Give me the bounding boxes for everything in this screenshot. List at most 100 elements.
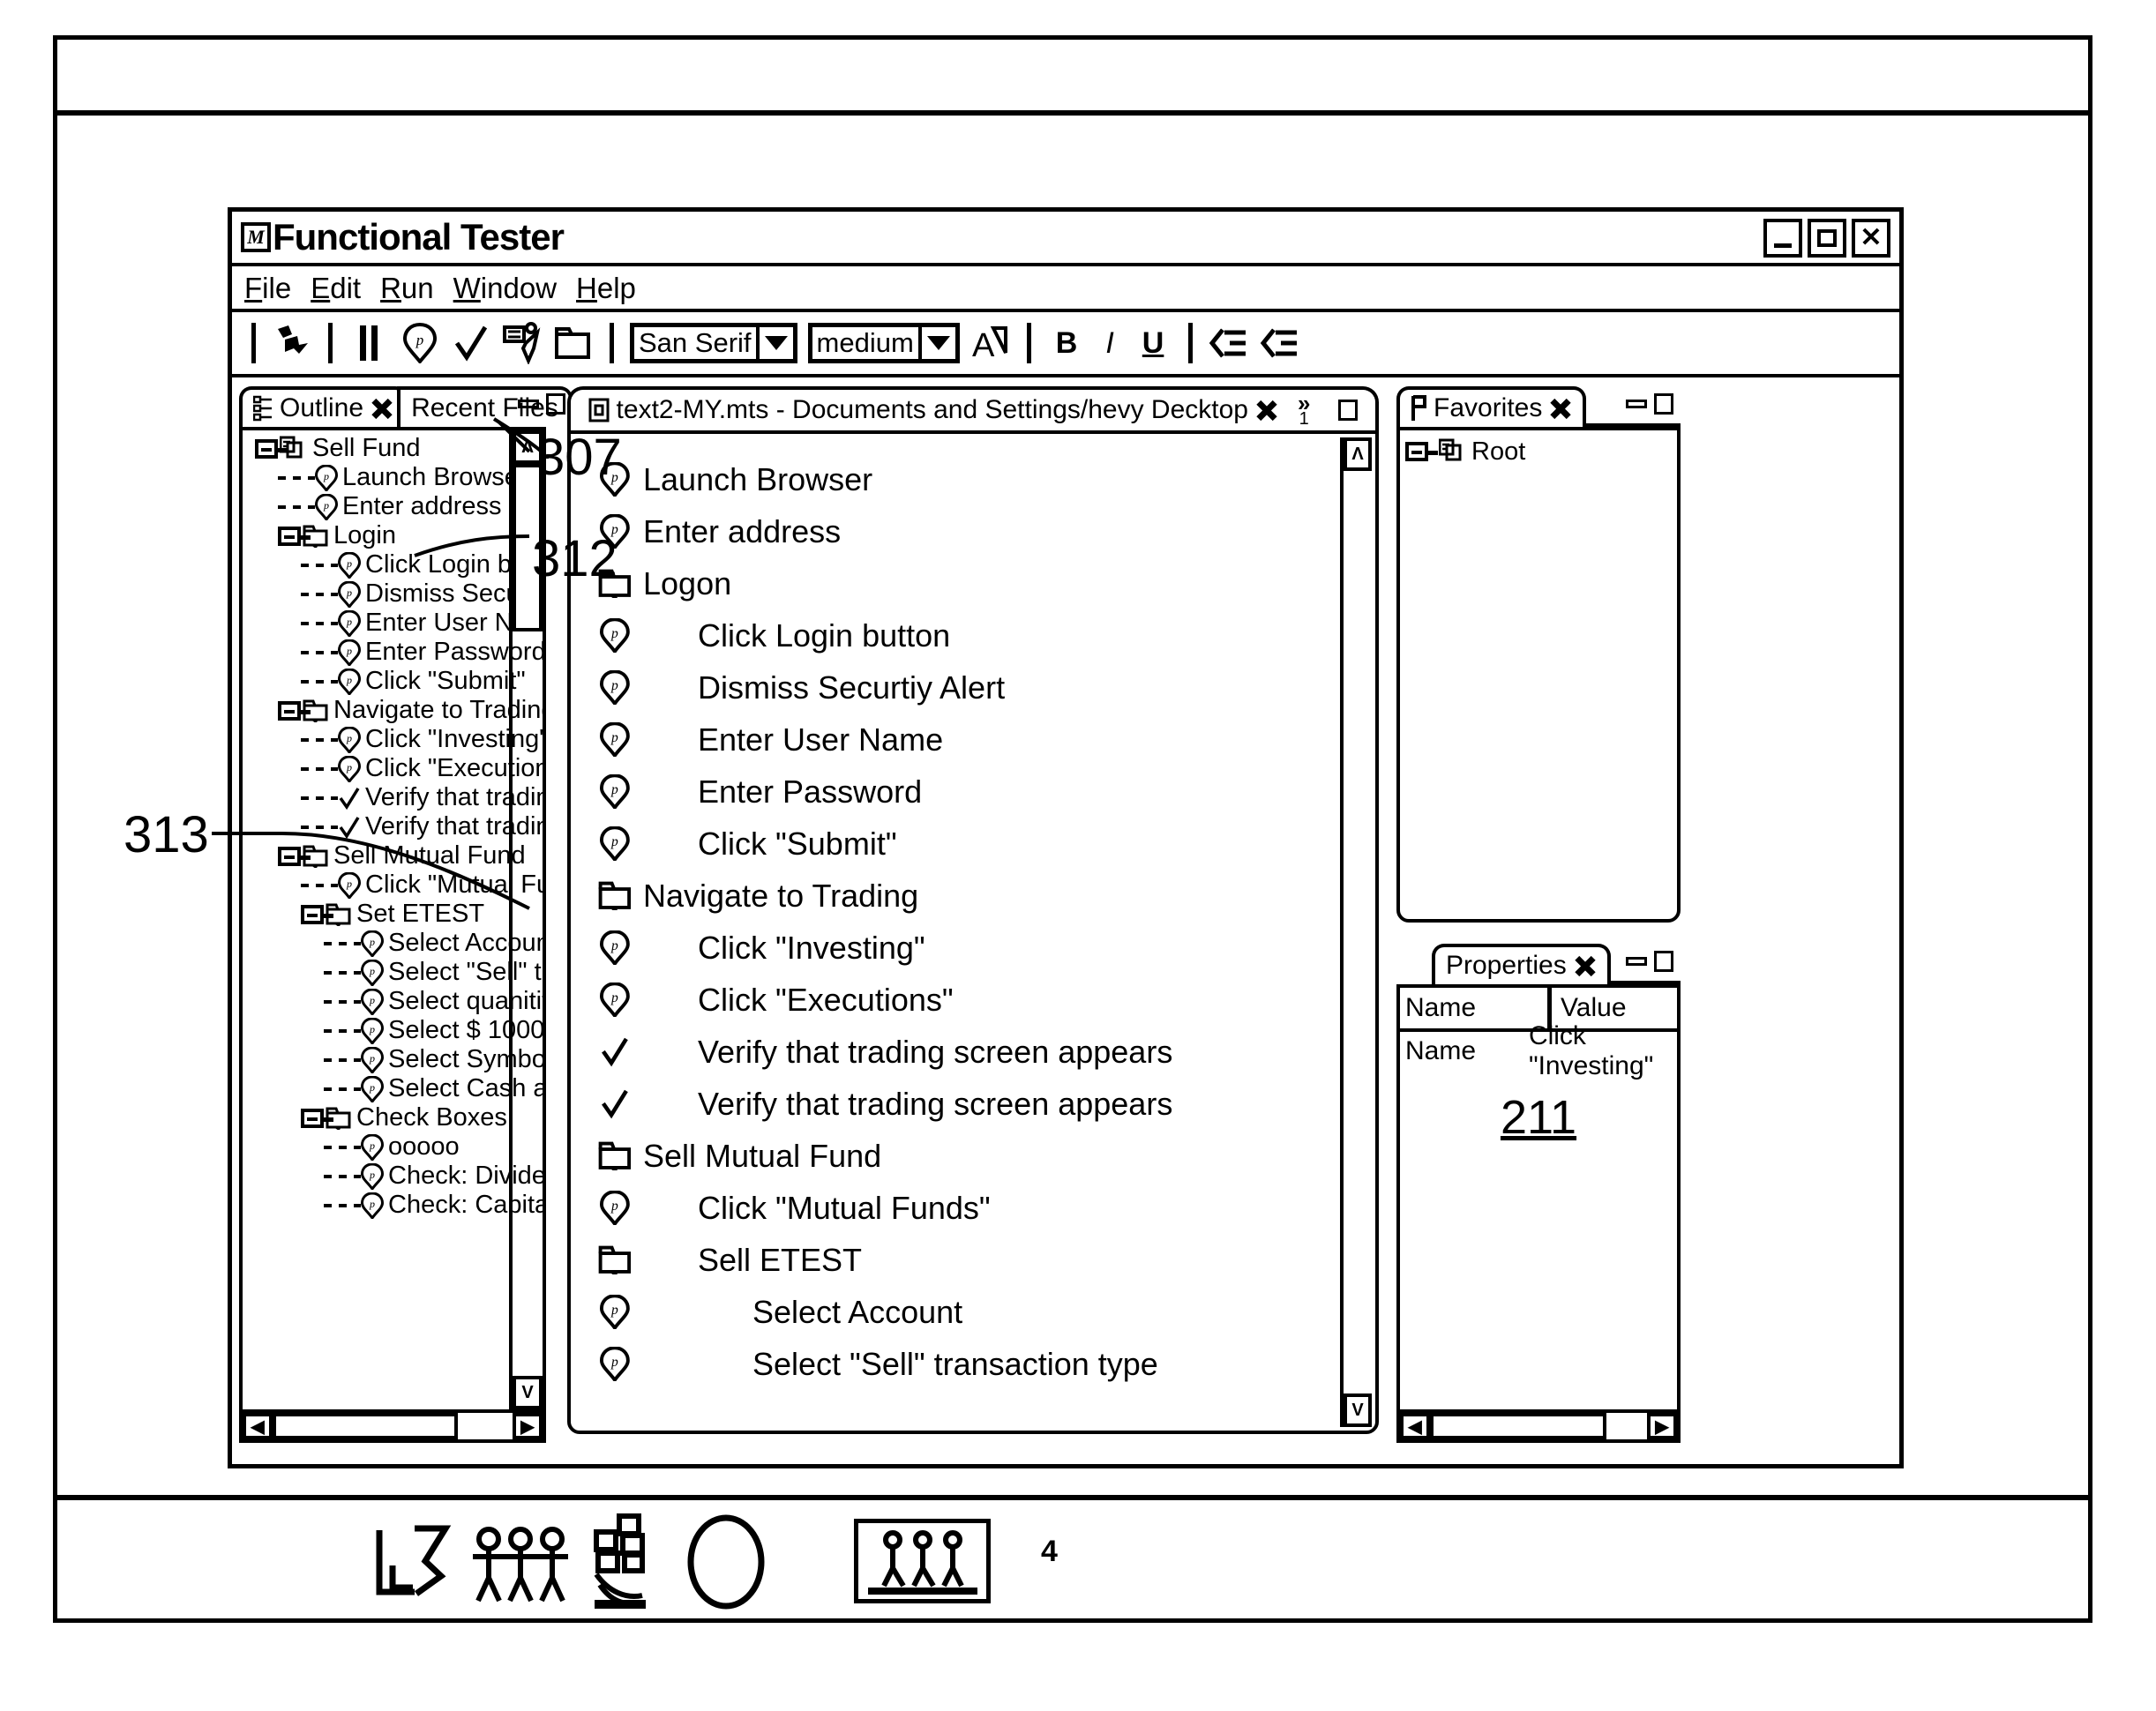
menu-item-window[interactable]: Window — [453, 273, 557, 303]
tree-item[interactable]: pCheck: Capital Ga — [243, 1191, 543, 1220]
tree-item[interactable]: pSelect quanitity t — [243, 987, 543, 1016]
close-icon[interactable] — [1549, 397, 1572, 420]
tree-item[interactable]: p ooooo — [243, 1132, 543, 1162]
tree-item[interactable]: Verify that trading as — [243, 812, 543, 841]
tree-item[interactable]: p Enter address — [243, 492, 543, 521]
scroll-down-button[interactable]: V — [1344, 1393, 1372, 1427]
record-icon[interactable] — [272, 323, 312, 363]
font-color-icon[interactable]: A — [970, 323, 1011, 363]
close-icon[interactable]: ✕ — [1852, 219, 1890, 258]
script-step-row[interactable]: p Select "Sell" transaction type — [587, 1338, 1375, 1390]
script-step-row[interactable]: p Click "Mutual Funds" — [587, 1182, 1375, 1234]
tree-item[interactable]: p Enter Password — [243, 638, 543, 667]
chevron-down-icon[interactable] — [755, 327, 793, 359]
script-step-row[interactable]: Verify that trading screen appears — [587, 1026, 1375, 1078]
menu-item-edit[interactable]: Edit — [311, 273, 361, 303]
editor-script-list[interactable]: p Launch Browser p Enter address Logon p Click… — [571, 434, 1375, 1390]
tree-item[interactable]: Set ETEST — [243, 900, 543, 929]
script-step-row[interactable]: p Dismiss Securtiy Alert — [587, 661, 1375, 714]
tree-item[interactable]: p Click "Execution" — [243, 754, 543, 783]
menu-item-file[interactable]: File — [244, 273, 291, 303]
scroll-left-button[interactable]: ◀ — [1400, 1413, 1430, 1439]
maximize-icon[interactable] — [1808, 219, 1846, 258]
scroll-thumb[interactable] — [273, 1413, 458, 1439]
scroll-up-button[interactable]: Λ — [1344, 437, 1372, 471]
script-step-row[interactable]: Sell ETEST — [587, 1234, 1375, 1286]
tree-item[interactable]: p Enter User Name — [243, 609, 543, 638]
scroll-left-button[interactable]: ◀ — [243, 1413, 273, 1439]
favorites-tree[interactable]: Root — [1400, 430, 1677, 469]
tree-item[interactable]: pSelect Cash acco — [243, 1074, 543, 1103]
tree-expander-icon[interactable] — [278, 846, 311, 866]
maximize-icon[interactable] — [1654, 393, 1673, 415]
tree-item[interactable]: pSelect Symbol Et — [243, 1045, 543, 1074]
tab-outline[interactable]: Outline — [239, 386, 408, 427]
tree-item[interactable]: Check Boxes — [243, 1103, 543, 1132]
script-step-row[interactable]: Sell Mutual Fund — [587, 1130, 1375, 1182]
minimize-icon[interactable] — [1763, 219, 1802, 258]
outline-tree[interactable]: Sell Fund p Launch Browser p Enter address Lo… — [243, 430, 543, 1220]
script-step-row[interactable]: p Launch Browser — [587, 453, 1375, 505]
maximize-icon[interactable] — [545, 393, 565, 415]
outline-horizontal-scrollbar[interactable]: ◀ ▶ — [243, 1409, 543, 1439]
insert-verification-point-icon[interactable]: p — [400, 323, 440, 363]
menu-item-run[interactable]: Run — [380, 273, 434, 303]
underline-button[interactable]: U — [1134, 328, 1173, 358]
tab-favorites[interactable]: Favorites — [1396, 386, 1587, 427]
tree-expander-icon[interactable] — [1405, 442, 1438, 461]
script-step-row[interactable]: p Select Account — [587, 1286, 1375, 1338]
tree-expander-icon[interactable] — [278, 526, 311, 546]
script-step-row[interactable]: p Click "Investing" — [587, 922, 1375, 974]
font-size-select[interactable]: medium — [807, 323, 960, 363]
script-step-row[interactable]: p Click "Submit" — [587, 818, 1375, 870]
script-step-row[interactable]: p Enter Password — [587, 766, 1375, 818]
tree-item[interactable]: pClick Login button — [243, 550, 543, 579]
tree-item[interactable]: Login — [243, 521, 543, 550]
tree-item[interactable]: Root — [1405, 434, 1677, 469]
italic-button[interactable]: I — [1097, 328, 1122, 358]
tab-overflow-indicator[interactable]: » 1 — [1298, 392, 1310, 429]
tree-item[interactable]: pDismiss Security Aler — [243, 579, 543, 609]
tree-item[interactable]: p Click "Submit" — [243, 667, 543, 696]
checkmark-icon[interactable] — [451, 323, 491, 363]
indent-decrease-icon[interactable] — [1209, 323, 1249, 363]
scroll-right-button[interactable]: ▶ — [1647, 1413, 1677, 1439]
tree-item[interactable]: Navigate to Trading — [243, 696, 543, 725]
menu-item-help[interactable]: Help — [576, 273, 636, 303]
tree-expander-icon[interactable] — [301, 1108, 333, 1128]
tab-properties[interactable]: Properties — [1432, 944, 1611, 984]
indent-increase-icon[interactable] — [1260, 323, 1300, 363]
pause-icon[interactable] — [348, 323, 389, 363]
script-step-row[interactable]: p Click "Executions" — [587, 974, 1375, 1026]
properties-horizontal-scrollbar[interactable]: ◀ ▶ — [1400, 1409, 1677, 1439]
chevron-down-icon[interactable] — [917, 327, 955, 359]
tree-expander-icon[interactable] — [278, 700, 311, 721]
tree-item[interactable]: pSelect "Sell" tran — [243, 958, 543, 987]
tab-editor-file[interactable]: text2-MY.mts - Documents and Settings/he… — [567, 386, 1379, 430]
script-step-row[interactable]: p Enter address — [587, 505, 1375, 557]
tree-item[interactable]: pClick "Mutual Funds" — [243, 870, 543, 900]
close-icon[interactable] — [371, 397, 393, 420]
close-icon[interactable] — [1574, 954, 1597, 977]
script-step-row[interactable]: p Enter User Name — [587, 714, 1375, 766]
tree-expander-icon[interactable] — [301, 904, 333, 924]
tree-item[interactable]: Sell Fund — [243, 434, 543, 463]
tree-item[interactable]: p Launch Browser — [243, 463, 543, 492]
script-step-row[interactable]: Navigate to Trading — [587, 870, 1375, 922]
tree-expander-icon[interactable] — [255, 438, 288, 459]
tree-item[interactable]: pSelect $ 1000 dol — [243, 1016, 543, 1045]
scroll-down-button[interactable]: V — [513, 1376, 543, 1409]
tree-item[interactable]: Sell Mutual Fund — [243, 841, 543, 870]
script-step-row[interactable]: p Click Login button — [587, 609, 1375, 661]
minimize-icon[interactable] — [1626, 400, 1647, 408]
script-explorer-icon[interactable] — [502, 322, 543, 364]
script-step-row[interactable]: Logon — [587, 557, 1375, 609]
scroll-thumb[interactable] — [1430, 1413, 1606, 1439]
bold-button[interactable]: B — [1047, 328, 1087, 358]
close-icon[interactable] — [1255, 399, 1278, 422]
minimize-icon[interactable] — [1626, 957, 1647, 966]
script-step-row[interactable]: Verify that trading screen appears — [587, 1078, 1375, 1130]
tree-item[interactable]: p Click "Investing" — [243, 725, 543, 754]
maximize-icon[interactable] — [1338, 400, 1359, 421]
editor-vertical-scrollbar[interactable]: Λ V — [1340, 437, 1372, 1427]
